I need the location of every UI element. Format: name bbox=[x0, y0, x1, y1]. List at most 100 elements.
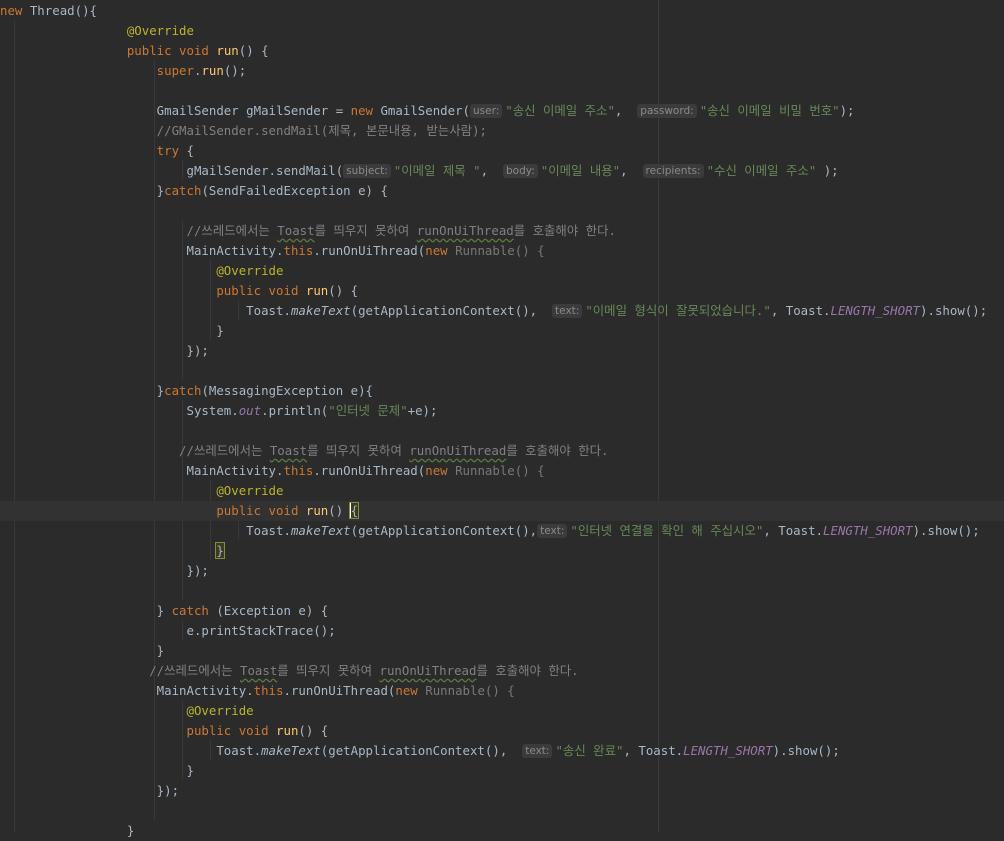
code-line[interactable]: @Override bbox=[0, 701, 1004, 721]
code-line[interactable] bbox=[0, 421, 1004, 441]
code-token: public void bbox=[216, 283, 299, 298]
code-token: "송신 이메일 비밀 번호" bbox=[699, 103, 840, 118]
code-line[interactable]: System.out.println("인터넷 문제"+e); bbox=[0, 401, 1004, 421]
code-token: Toast bbox=[269, 443, 308, 458]
code-line[interactable]: super.run(); bbox=[0, 61, 1004, 81]
code-token: new bbox=[350, 103, 374, 118]
code-token: .println( bbox=[261, 403, 329, 418]
code-line[interactable]: GmailSender gMailSender = new GmailSende… bbox=[0, 101, 1004, 121]
code-line[interactable] bbox=[0, 81, 1004, 101]
code-token: "이메일 제목 " bbox=[393, 163, 481, 178]
code-token: () bbox=[328, 503, 351, 518]
code-line[interactable]: } bbox=[0, 541, 1004, 561]
code-token: LENGTH_SHORT bbox=[823, 523, 913, 538]
code-token: "이메일 내용" bbox=[540, 163, 621, 178]
code-token: new bbox=[425, 463, 448, 478]
code-token: //쓰레드에서는 bbox=[186, 223, 278, 238]
code-token: .runOnUiThread( bbox=[313, 463, 426, 478]
code-token: run bbox=[305, 503, 329, 518]
code-token: } bbox=[0, 763, 194, 778]
code-line[interactable] bbox=[0, 581, 1004, 601]
code-line[interactable]: //쓰레드에서는 Toast를 띄우지 못하여 runOnUiThread를 호… bbox=[0, 661, 1004, 681]
code-line[interactable]: Toast.makeText(getApplicationContext(), t… bbox=[0, 521, 1004, 541]
parameter-hint: text: bbox=[537, 524, 568, 538]
code-token: run bbox=[305, 283, 329, 298]
parameter-hint: user: bbox=[470, 104, 503, 118]
code-line[interactable] bbox=[0, 801, 1004, 821]
code-token: ); bbox=[816, 163, 839, 178]
code-line[interactable]: gMailSender.sendMail(subject: "이메일 제목 ", … bbox=[0, 161, 1004, 181]
code-token: , Toast. bbox=[623, 743, 684, 758]
code-line[interactable]: @Override bbox=[0, 21, 1004, 41]
code-token: .runOnUiThread( bbox=[283, 683, 396, 698]
code-token: Runnable() { bbox=[417, 683, 515, 698]
code-token: "수신 이메일 주소" bbox=[706, 163, 817, 178]
code-line[interactable]: Toast.makeText(getApplicationContext(), … bbox=[0, 741, 1004, 761]
code-token: (getApplicationContext(), bbox=[320, 743, 523, 758]
code-token: ); bbox=[839, 103, 855, 118]
code-token: }); bbox=[0, 563, 209, 578]
code-line[interactable]: } bbox=[0, 641, 1004, 661]
code-line[interactable]: //쓰레드에서는 Toast를 띄우지 못하여 runOnUiThread를 호… bbox=[0, 441, 1004, 461]
code-token: (); bbox=[223, 63, 247, 78]
code-line[interactable]: e.printStackTrace(); bbox=[0, 621, 1004, 641]
code-line[interactable] bbox=[0, 201, 1004, 221]
code-line[interactable]: @Override bbox=[0, 481, 1004, 501]
parameter-hint: subject: bbox=[343, 164, 391, 178]
code-token: +e); bbox=[407, 403, 438, 418]
code-line[interactable]: } bbox=[0, 821, 1004, 841]
code-line[interactable]: } bbox=[0, 321, 1004, 341]
code-line[interactable]: }); bbox=[0, 341, 1004, 361]
code-token: 를 띄우지 못하여 bbox=[314, 223, 417, 238]
code-line[interactable]: MainActivity.this.runOnUiThread(new Runn… bbox=[0, 461, 1004, 481]
code-line[interactable]: public void run() { bbox=[0, 281, 1004, 301]
code-token: makeText bbox=[290, 303, 351, 318]
code-token: ).show(); bbox=[772, 743, 840, 758]
code-token: //쓰레드에서는 bbox=[179, 443, 270, 458]
code-line[interactable]: MainActivity.this.runOnUiThread(new Runn… bbox=[0, 241, 1004, 261]
code-token: runOnUiThread bbox=[409, 443, 507, 458]
code-line[interactable] bbox=[0, 361, 1004, 381]
code-line[interactable]: MainActivity.this.runOnUiThread(new Runn… bbox=[0, 681, 1004, 701]
code-token: Toast. bbox=[0, 303, 291, 318]
code-token: new bbox=[0, 3, 23, 18]
code-token: } bbox=[0, 183, 165, 198]
code-token: ).show(); bbox=[920, 303, 988, 318]
code-token: "인터넷 연결을 확인 해 주십시오" bbox=[570, 523, 764, 538]
code-token: 를 호출해야 한다. bbox=[513, 223, 616, 238]
code-token: , bbox=[480, 163, 503, 178]
code-token: (getApplicationContext(), bbox=[350, 303, 553, 318]
code-token: makeText bbox=[290, 523, 351, 538]
code-line[interactable]: Toast.makeText(getApplicationContext(), … bbox=[0, 301, 1004, 321]
code-line[interactable]: } catch (Exception e) { bbox=[0, 601, 1004, 621]
code-editor[interactable]: new Thread(){ @Override public void run(… bbox=[0, 0, 1004, 838]
code-token: 를 호출해야 한다. bbox=[476, 663, 579, 678]
code-token: this bbox=[283, 243, 314, 258]
code-token: 를 호출해야 한다. bbox=[506, 443, 609, 458]
code-line[interactable]: new Thread(){ bbox=[0, 1, 1004, 21]
code-token: @Override bbox=[126, 23, 194, 38]
code-token: @Override bbox=[216, 483, 284, 498]
code-line[interactable]: }); bbox=[0, 781, 1004, 801]
code-line[interactable]: public void run() { bbox=[0, 501, 1004, 521]
code-line[interactable]: public void run() { bbox=[0, 721, 1004, 741]
code-token: () { bbox=[298, 723, 329, 738]
code-line[interactable]: }); bbox=[0, 561, 1004, 581]
code-line[interactable]: @Override bbox=[0, 261, 1004, 281]
code-line[interactable]: }catch(SendFailedException e) { bbox=[0, 181, 1004, 201]
code-line[interactable]: //GMailSender.sendMail(제목, 본문내용, 받는사람); bbox=[0, 121, 1004, 141]
code-line[interactable]: } bbox=[0, 761, 1004, 781]
code-token: MainActivity. bbox=[0, 683, 254, 698]
code-line[interactable]: //쓰레드에서는 Toast를 띄우지 못하여 runOnUiThread를 호… bbox=[0, 221, 1004, 241]
code-token: GmailSender gMailSender = bbox=[0, 103, 351, 118]
code-line[interactable]: public void run() { bbox=[0, 41, 1004, 61]
code-token: Toast bbox=[277, 223, 315, 238]
code-token: e.printStackTrace(); bbox=[0, 623, 336, 638]
code-line[interactable]: }catch(MessagingException e){ bbox=[0, 381, 1004, 401]
code-line[interactable]: try { bbox=[0, 141, 1004, 161]
